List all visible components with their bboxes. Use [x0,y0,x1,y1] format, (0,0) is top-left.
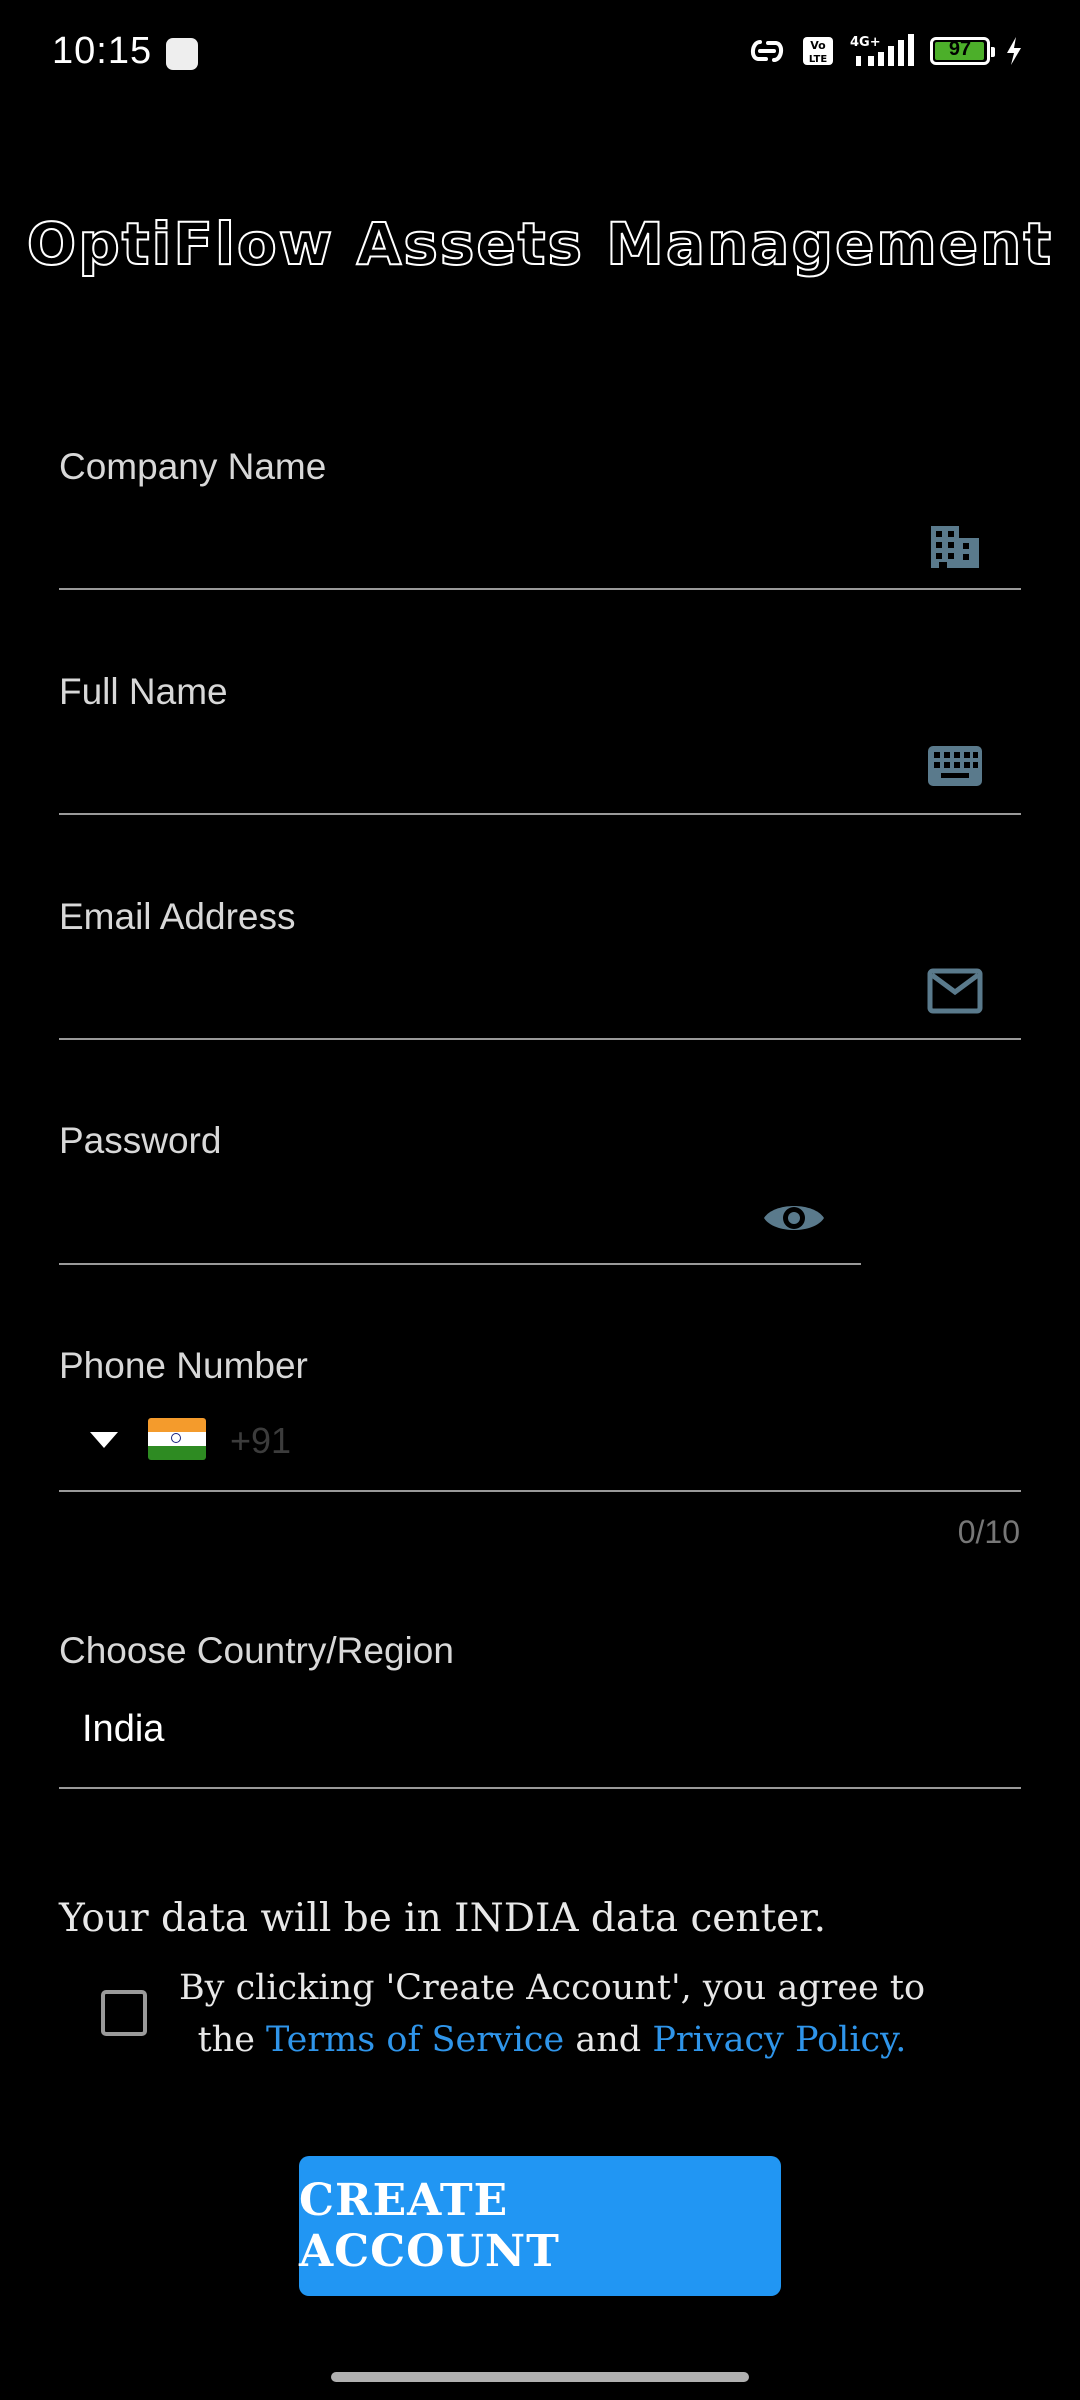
company-name-field[interactable]: Company Name [59,446,1021,590]
notification-icon [166,38,198,70]
india-flag-icon[interactable] [148,1418,206,1460]
email-field[interactable]: Email Address [59,896,1021,1040]
volte-icon: Vo LTE [803,37,833,65]
phone-input[interactable]: +91 [230,1420,291,1462]
terms-of-service-link[interactable]: Terms of Service [266,2020,564,2060]
full-name-field[interactable]: Full Name [59,671,1021,815]
company-name-underline [59,588,1021,590]
home-indicator[interactable] [331,2372,749,2382]
datacenter-note: Your data will be in INDIA data center. [59,1896,827,1941]
country-code-dropdown-icon[interactable] [90,1432,118,1448]
phone-label: Phone Number [59,1345,308,1386]
full-name-label: Full Name [59,671,228,712]
agreement-text-middle: and [564,2020,653,2060]
battery-icon: 97 [930,37,995,65]
password-field[interactable]: Password [59,1120,861,1265]
privacy-policy-link[interactable]: Privacy Policy. [652,2020,906,2060]
country-field[interactable]: Choose Country/Region [59,1630,1021,1790]
email-underline [59,1038,1021,1040]
country-label: Choose Country/Region [59,1630,454,1671]
status-time: 10:15 [52,30,153,72]
mail-icon [927,968,983,1019]
svg-text:Vo: Vo [810,39,826,52]
password-label: Password [59,1120,222,1161]
network-type-label: 4G+ [850,35,881,50]
status-icons: Vo LTE 4G+ 97 [746,34,1024,68]
eye-icon[interactable] [762,1198,826,1243]
terms-agreement-text: By clicking 'Create Account', you agree … [172,1962,932,2066]
phone-char-counter: 0/10 [957,1514,1020,1550]
charging-icon [1007,37,1021,65]
signal-icon: 4G+ [850,34,914,66]
link-icon [751,40,783,62]
terms-checkbox[interactable] [101,1990,147,2036]
battery-nub [991,47,995,57]
app-title: OptiFlow Assets Management [26,209,1054,279]
country-underline [59,1787,1021,1789]
status-bar: 10:15 Vo LTE 4G+ 97 [0,0,1080,108]
create-account-button[interactable]: CREATE ACCOUNT [299,2156,781,2296]
country-select[interactable]: India [82,1708,164,1751]
building-icon [929,518,981,575]
full-name-underline [59,813,1021,815]
company-name-label: Company Name [59,446,327,487]
password-underline [59,1263,861,1265]
svg-text:LTE: LTE [809,54,828,65]
battery-level: 97 [948,38,972,60]
email-label: Email Address [59,896,296,937]
keyboard-icon [927,745,983,792]
phone-underline [59,1490,1021,1492]
